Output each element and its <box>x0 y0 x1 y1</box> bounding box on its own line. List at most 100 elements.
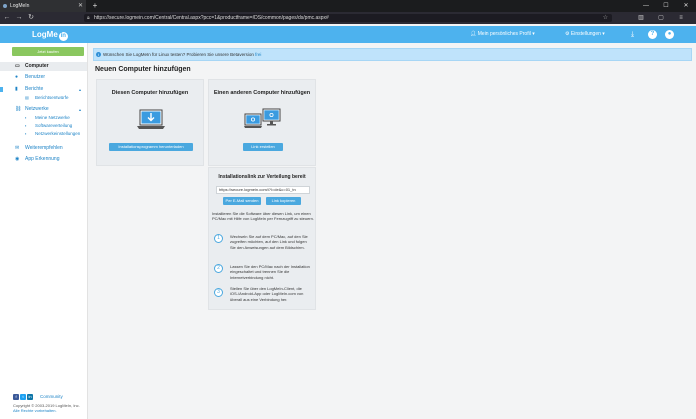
sidebar-item-computer[interactable]: ▭ Computer <box>0 62 87 71</box>
new-tab-button[interactable]: + <box>90 0 100 12</box>
panel-intro: Installieren Sie die Software über diese… <box>212 211 314 222</box>
settings-menu[interactable]: ⚙ Einstellungen ▾ <box>565 26 605 43</box>
window-minimize-button[interactable]: — <box>636 0 656 12</box>
banner-text: Wünschen Sie LogMeIn für Linux testen? P… <box>103 52 254 57</box>
browser-tab[interactable]: LogMeIn ✕ <box>0 0 86 12</box>
sidebar: Jetzt kaufen ▭ Computer ● Benutzer ▮ Ber… <box>0 43 88 419</box>
step-text: Wechseln Sie auf dem PC/Mac, auf den Sie… <box>230 234 308 250</box>
step-text: Stellen Sie über den LogMeIn-Client, die… <box>230 286 304 302</box>
card-add-this-computer: Diesen Computer hinzufügen Installations… <box>96 79 204 166</box>
copy-link-button[interactable]: Link kopieren <box>266 197 301 205</box>
chart-icon: ▮ <box>15 86 18 92</box>
sidebar-item-reports[interactable]: ▮ Berichte ▴ <box>0 85 87 94</box>
step-number: 3 <box>214 288 223 297</box>
back-button[interactable]: ← <box>2 12 12 24</box>
community-link[interactable]: Community <box>40 394 63 400</box>
download-installer-button[interactable]: Installationsprogramm herunterladen <box>109 143 193 151</box>
profile-menu[interactable]: 👤︎ Mein persönliches Profil ▾ <box>470 26 535 43</box>
install-link-panel: Installationslink zur Verteilung bereit … <box>208 167 316 310</box>
sidebar-subitem-label: Softwareverteilung <box>35 123 73 128</box>
banner-link[interactable]: frei <box>255 52 261 57</box>
settings-icon: ▪ <box>25 131 27 136</box>
download-icon[interactable]: ⤓ <box>631 26 634 43</box>
network-icon: ▪ <box>25 115 27 120</box>
user-icon: 👤︎ <box>470 31 477 37</box>
browser-menu-button[interactable]: ≡ <box>676 12 686 24</box>
step-number: 2 <box>214 264 223 273</box>
sidebar-subitem-label: Meine Netzwerke <box>35 115 70 120</box>
app-header: LogMe in 👤︎ Mein persönliches Profil ▾ ⚙ … <box>0 26 696 43</box>
share-icon: ✉ <box>15 145 20 151</box>
card-add-other-computer: Einen anderen Computer hinzufügen Link e… <box>208 79 316 166</box>
twitter-icon[interactable]: t <box>20 394 26 400</box>
url-text: https://secure.logmein.com/Central/Centr… <box>94 15 329 21</box>
logo-text: LogMe <box>32 30 58 39</box>
sidebar-subitem-software-deployment[interactable]: ▪ Softwareverteilung <box>22 122 72 129</box>
document-icon: ▤ <box>25 95 29 100</box>
facebook-icon[interactable]: f <box>13 394 19 400</box>
sidebar-subitem-my-networks[interactable]: ▪ Meine Netzwerke <box>22 114 70 121</box>
gear-icon: ⚙ <box>565 31 570 37</box>
window-close-button[interactable]: ✕ <box>676 0 696 12</box>
sidebar-item-label: Weiterempfehlen <box>25 145 63 151</box>
sidebar-subitem-label: Netzwerkeinstellungen <box>35 131 81 136</box>
sidebar-subitem-drafts[interactable]: ▤ Berichtsentwürfe <box>22 94 69 101</box>
install-link-field[interactable]: https://secure.logmein.com/i?l=de&c=01_t… <box>216 186 310 194</box>
send-email-button[interactable]: Per E-Mail senden <box>223 197 261 205</box>
computers-link-icon <box>244 108 281 128</box>
copyright: Copyright © 2003-2019 LogMeIn, Inc. Alle… <box>13 403 85 413</box>
create-link-button[interactable]: Link erstellen <box>243 143 283 151</box>
sidebar-item-label: App Erkennung <box>25 156 60 162</box>
chevron-up-icon: ▴ <box>78 107 81 112</box>
sidebar-toggle-icon[interactable]: ▢ <box>656 12 666 24</box>
user-icon: ● <box>15 74 19 80</box>
network-icon: ⛓ <box>15 106 22 112</box>
step-text: Lassen Sie den PC/Mac nach der Installat… <box>230 264 310 280</box>
profile-label: Mein persönliches Profil <box>477 31 531 37</box>
window-maximize-button[interactable]: ☐ <box>656 0 676 12</box>
account-button[interactable]: ● <box>665 30 674 39</box>
terms-link[interactable]: Alle Rechte vorbehalten. <box>13 408 85 413</box>
sidebar-item-label: Computer <box>25 63 49 69</box>
linkedin-icon[interactable]: in <box>27 394 33 400</box>
forward-button[interactable]: → <box>14 12 24 24</box>
tab-close-icon[interactable]: ✕ <box>78 0 83 12</box>
card-title: Diesen Computer hinzufügen <box>111 90 189 96</box>
tab-title: LogMeIn <box>10 3 30 9</box>
bookmark-star-icon[interactable]: ☆ <box>603 14 608 22</box>
reload-button[interactable]: ↻ <box>26 12 36 24</box>
sidebar-item-label: Netzwerke <box>25 106 49 112</box>
library-icon[interactable]: ▥ <box>636 12 646 24</box>
logo-badge: in <box>58 32 68 41</box>
lock-icon: 🔒︎ <box>87 15 90 21</box>
sidebar-item-users[interactable]: ● Benutzer <box>0 73 87 82</box>
favicon-icon <box>3 4 7 8</box>
app-icon: ◉ <box>15 156 20 162</box>
sidebar-item-label: Berichte <box>25 86 44 92</box>
sidebar-item-networks[interactable]: ⛓ Netzwerke ▴ <box>0 105 87 114</box>
sidebar-item-label: Benutzer <box>25 74 46 80</box>
chevron-down-icon: ▾ <box>602 31 605 37</box>
chevron-up-icon: ▴ <box>78 87 81 92</box>
card-title: Einen anderen Computer hinzufügen <box>213 90 311 96</box>
step-number: 1 <box>214 234 223 243</box>
sidebar-subitem-network-settings[interactable]: ▪ Netzwerkeinstellungen <box>22 130 80 137</box>
help-button[interactable]: ? <box>648 30 657 39</box>
sidebar-item-recommend[interactable]: ✉ Weiterempfehlen <box>0 144 87 153</box>
info-banner: i Wünschen Sie LogMeIn für Linux testen?… <box>93 48 692 61</box>
chevron-down-icon: ▾ <box>532 31 535 37</box>
browser-nav-bar: ← → ↻ 🔒︎ https://secure.logmein.com/Cent… <box>0 12 696 24</box>
logmein-logo[interactable]: LogMe in <box>32 30 68 41</box>
monitor-icon: ▭ <box>15 63 20 69</box>
settings-label: Einstellungen <box>570 31 601 37</box>
sidebar-item-app-discovery[interactable]: ◉ App Erkennung <box>0 155 87 164</box>
panel-title: Installationslink zur Verteilung bereit <box>218 174 306 180</box>
info-icon: i <box>96 52 101 57</box>
social-links: f t in <box>13 394 34 400</box>
sidebar-subitem-label: Berichtsentwürfe <box>35 95 69 100</box>
buy-now-button[interactable]: Jetzt kaufen <box>12 47 84 56</box>
url-bar[interactable]: 🔒︎ https://secure.logmein.com/Central/Ce… <box>84 14 612 22</box>
page-title: Neuen Computer hinzufügen <box>95 66 191 73</box>
browser-tab-bar: LogMeIn ✕ + — ☐ ✕ <box>0 0 696 12</box>
laptop-download-icon <box>137 109 165 129</box>
